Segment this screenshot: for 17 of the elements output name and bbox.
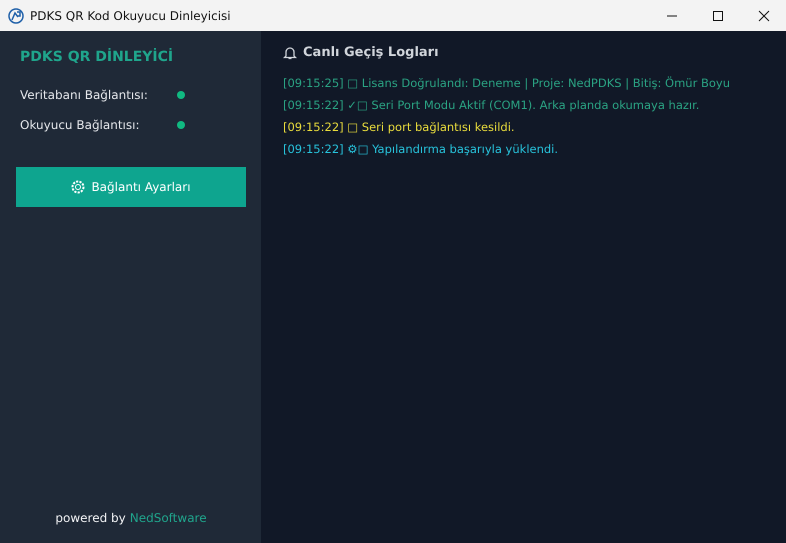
powered-by-text: powered by (55, 511, 126, 525)
brand-link[interactable]: NedSoftware (130, 511, 207, 525)
log-entry: [09:15:22] ⚙□ Yapılandırma başarıyla yüklendi. (283, 141, 560, 158)
status-label: Veritabanı Bağlantısı: (20, 88, 149, 102)
app-logo-icon (8, 8, 24, 24)
log-entry: [09:15:25] □ Lisans Doğrulandı: Deneme | Proje: NedPDKS | Bitiş: Ömür Boyu (283, 75, 731, 92)
bell-icon (283, 45, 297, 60)
window-title: PDKS QR Kod Okuyucu Dinleyicisi (30, 8, 232, 22)
log-entry: [09:15:22] ✓□ Seri Port Modu Aktif (COM1). Arka planda okumaya hazır. (283, 97, 700, 114)
maximize-icon (712, 10, 724, 22)
status-label: Okuyucu Bağlantısı: (20, 118, 141, 132)
gear-icon (71, 180, 86, 194)
connection-settings-button[interactable]: Bağlantı Ayarları (16, 167, 246, 207)
log-entry: [09:15:22] □ Seri port bağlantısı kesildi. (283, 119, 516, 136)
close-icon (758, 10, 770, 22)
log-panel-title: Canlı Geçiş Logları (303, 45, 439, 60)
app-title: PDKS QR DİNLEYİCİ (20, 49, 174, 65)
